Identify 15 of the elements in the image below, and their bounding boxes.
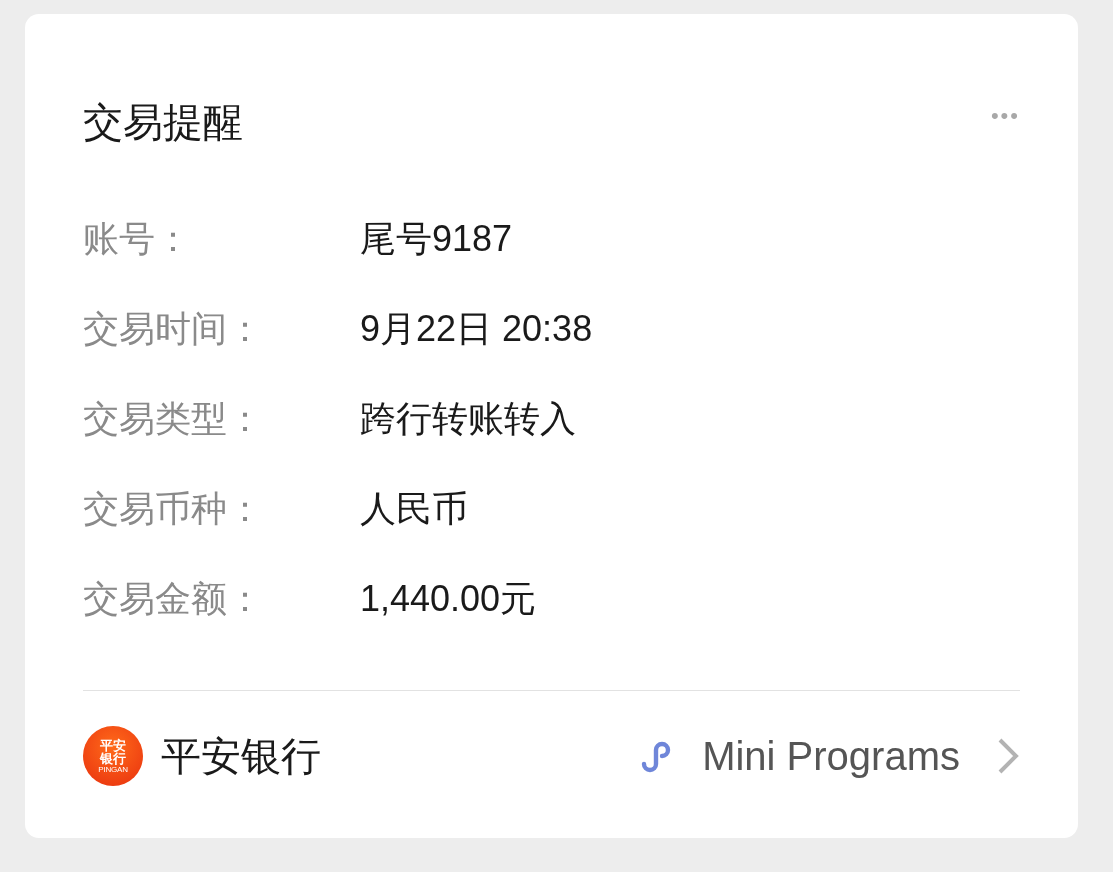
field-value: 人民币 — [360, 486, 468, 531]
field-label: 交易类型： — [83, 396, 264, 441]
field-label: 交易金额： — [83, 576, 264, 621]
field-label: 交易时间： — [83, 306, 264, 351]
field-value: 1,440.00元 — [360, 576, 537, 621]
chevron-right-icon — [996, 736, 1020, 776]
field-label: 交易币种： — [83, 486, 264, 531]
bank-logo: 平安 银行 PINGAN — [83, 726, 143, 786]
field-value: 尾号9187 — [360, 216, 513, 261]
field-value: 9月22日 20:38 — [360, 306, 593, 351]
mini-programs-link[interactable]: Mini Programs — [638, 733, 1020, 779]
bank-name: 平安银行 — [161, 732, 322, 780]
field-label: 账号： — [83, 216, 192, 261]
card-title: 交易提醒 — [83, 98, 243, 146]
field-value: 跨行转账转入 — [360, 396, 576, 441]
